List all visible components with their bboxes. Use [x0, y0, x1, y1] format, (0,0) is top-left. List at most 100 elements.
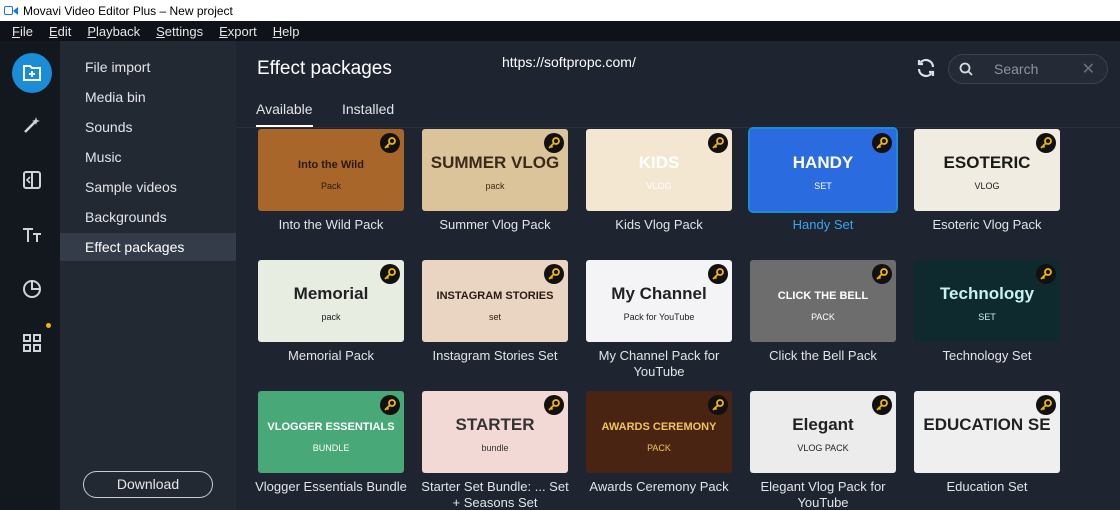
menu-settings[interactable]: Settings: [156, 24, 203, 39]
sidebar-item-sounds[interactable]: Sounds: [60, 113, 236, 141]
menu-export[interactable]: Export: [219, 24, 257, 39]
import-button[interactable]: [12, 53, 52, 93]
key-icon: [384, 137, 396, 149]
package-thumbnail[interactable]: INSTAGRAM STORIES set: [422, 260, 568, 342]
clear-search-icon[interactable]: ✕: [1082, 59, 1095, 79]
package-thumbnail[interactable]: KIDS VLOG: [586, 129, 732, 211]
package-thumbnail[interactable]: HANDY SET: [748, 127, 898, 213]
thumbnail-title: Into the Wild: [298, 159, 364, 171]
key-icon: [384, 268, 396, 280]
thumbnail-title: Elegant: [792, 415, 854, 434]
sidebar-item-effect-packages[interactable]: Effect packages: [60, 233, 236, 261]
thumbnail-title: My Channel: [611, 284, 707, 303]
tab-available[interactable]: Available: [256, 101, 313, 127]
package-label: My Channel Pack for YouTube: [598, 348, 720, 379]
stickers-icon: [23, 280, 41, 298]
package-thumbnail[interactable]: Memorial pack: [258, 260, 404, 342]
movavi-app-icon: [4, 5, 18, 16]
transitions-button[interactable]: [12, 160, 52, 200]
thumbnail-title: INSTAGRAM STORIES: [436, 290, 554, 302]
key-icon: [712, 137, 724, 149]
key-badge: [380, 395, 400, 415]
transitions-icon: [23, 171, 41, 189]
thumbnail-subtitle: PACK: [811, 312, 835, 322]
thumbnail-title: Technology: [939, 284, 1035, 303]
menu-playback[interactable]: Playback: [87, 24, 140, 39]
tool-rail: [0, 41, 60, 510]
page-title: Effect packages: [257, 58, 392, 79]
key-badge: [708, 264, 728, 284]
key-badge: [708, 395, 728, 415]
thumbnail-title: STARTER: [455, 415, 535, 434]
thumbnail-subtitle: VLOG: [974, 181, 1000, 191]
sidebar-item-backgrounds[interactable]: Backgrounds: [60, 203, 236, 231]
package-thumbnail[interactable]: SUMMER VLOG pack: [422, 129, 568, 211]
package-label: Summer Vlog Pack: [439, 217, 551, 232]
refresh-icon: [917, 58, 935, 78]
menu-help[interactable]: Help: [273, 24, 300, 39]
filters-button[interactable]: [12, 105, 52, 145]
package-thumbnail[interactable]: EDUCATION SE: [914, 391, 1060, 473]
key-badge: [708, 133, 728, 153]
menu-file[interactable]: File: [12, 24, 33, 39]
thumbnail-subtitle: set: [488, 312, 501, 322]
key-badge: [1036, 395, 1056, 415]
package-thumbnail[interactable]: STARTER bundle: [422, 391, 568, 473]
package-label: Elegant Vlog Pack for YouTube: [760, 479, 886, 510]
package-thumbnail[interactable]: VLOGGER ESSENTIALS BUNDLE: [258, 391, 404, 473]
sidebar-item-media-bin[interactable]: Media bin: [60, 83, 236, 111]
thumbnail-title: KIDS: [638, 153, 680, 172]
stickers-button[interactable]: [12, 269, 52, 309]
thumbnail-title: EDUCATION SE: [923, 415, 1051, 434]
titles-icon: [23, 228, 41, 242]
package-thumbnail[interactable]: ESOTERIC VLOG: [914, 129, 1060, 211]
thumbnail-subtitle: SET: [978, 312, 996, 322]
package-label: Memorial Pack: [288, 348, 374, 363]
tab-installed[interactable]: Installed: [342, 101, 394, 127]
import-icon: [23, 65, 41, 81]
thumbnail-subtitle: SET: [814, 181, 832, 191]
thumbnail-title: CLICK THE BELL: [777, 290, 869, 302]
sidebar-item-file-import[interactable]: File import: [60, 53, 236, 81]
search-input[interactable]: [994, 60, 1084, 78]
key-badge: [1036, 264, 1056, 284]
main-panel: Effect packages https://softpropc.com/ ✕…: [236, 41, 1120, 510]
thumbnail-title: ESOTERIC: [943, 153, 1031, 172]
package-label: Awards Ceremony Pack: [589, 479, 729, 494]
thumbnail-title: VLOGGER ESSENTIALS: [267, 421, 395, 433]
key-badge: [1036, 133, 1056, 153]
thumbnail-subtitle: VLOG: [646, 181, 672, 191]
key-icon: [548, 137, 560, 149]
package-thumbnail[interactable]: My Channel Pack for YouTube: [586, 260, 732, 342]
key-icon: [712, 399, 724, 411]
tab-divider: [236, 127, 1120, 128]
sidebar-item-sample-videos[interactable]: Sample videos: [60, 173, 236, 201]
package-thumbnail[interactable]: CLICK THE BELL PACK: [750, 260, 896, 342]
key-icon: [1040, 137, 1052, 149]
key-badge: [380, 133, 400, 153]
key-icon: [876, 137, 888, 149]
window-titlebar: Movavi Video Editor Plus – New project: [0, 0, 1120, 21]
titles-button[interactable]: [12, 215, 52, 255]
package-thumbnail[interactable]: AWARDS CEREMONY PACK: [586, 391, 732, 473]
sidebar-item-music[interactable]: Music: [60, 143, 236, 171]
thumbnail-subtitle: BUNDLE: [312, 443, 350, 453]
package-label: Technology Set: [942, 348, 1032, 363]
package-thumbnail[interactable]: Into the Wild Pack: [258, 129, 404, 211]
more-tools-icon: [23, 334, 41, 352]
package-label: Into the Wild Pack: [278, 217, 384, 232]
key-icon: [384, 399, 396, 411]
window-title: Movavi Video Editor Plus – New project: [23, 3, 233, 18]
key-icon: [1040, 268, 1052, 280]
package-label: Esoteric Vlog Pack: [932, 217, 1042, 232]
download-button[interactable]: Download: [83, 471, 213, 498]
package-thumbnail[interactable]: Elegant VLOG PACK: [750, 391, 896, 473]
refresh-button[interactable]: [914, 56, 938, 80]
package-label: Vlogger Essentials Bundle: [255, 479, 407, 494]
package-label: Kids Vlog Pack: [615, 217, 703, 232]
more-tools-button[interactable]: [12, 323, 52, 363]
menu-edit[interactable]: Edit: [49, 24, 71, 39]
key-badge: [872, 264, 892, 284]
package-thumbnail[interactable]: Technology SET: [914, 260, 1060, 342]
key-badge: [872, 133, 892, 153]
